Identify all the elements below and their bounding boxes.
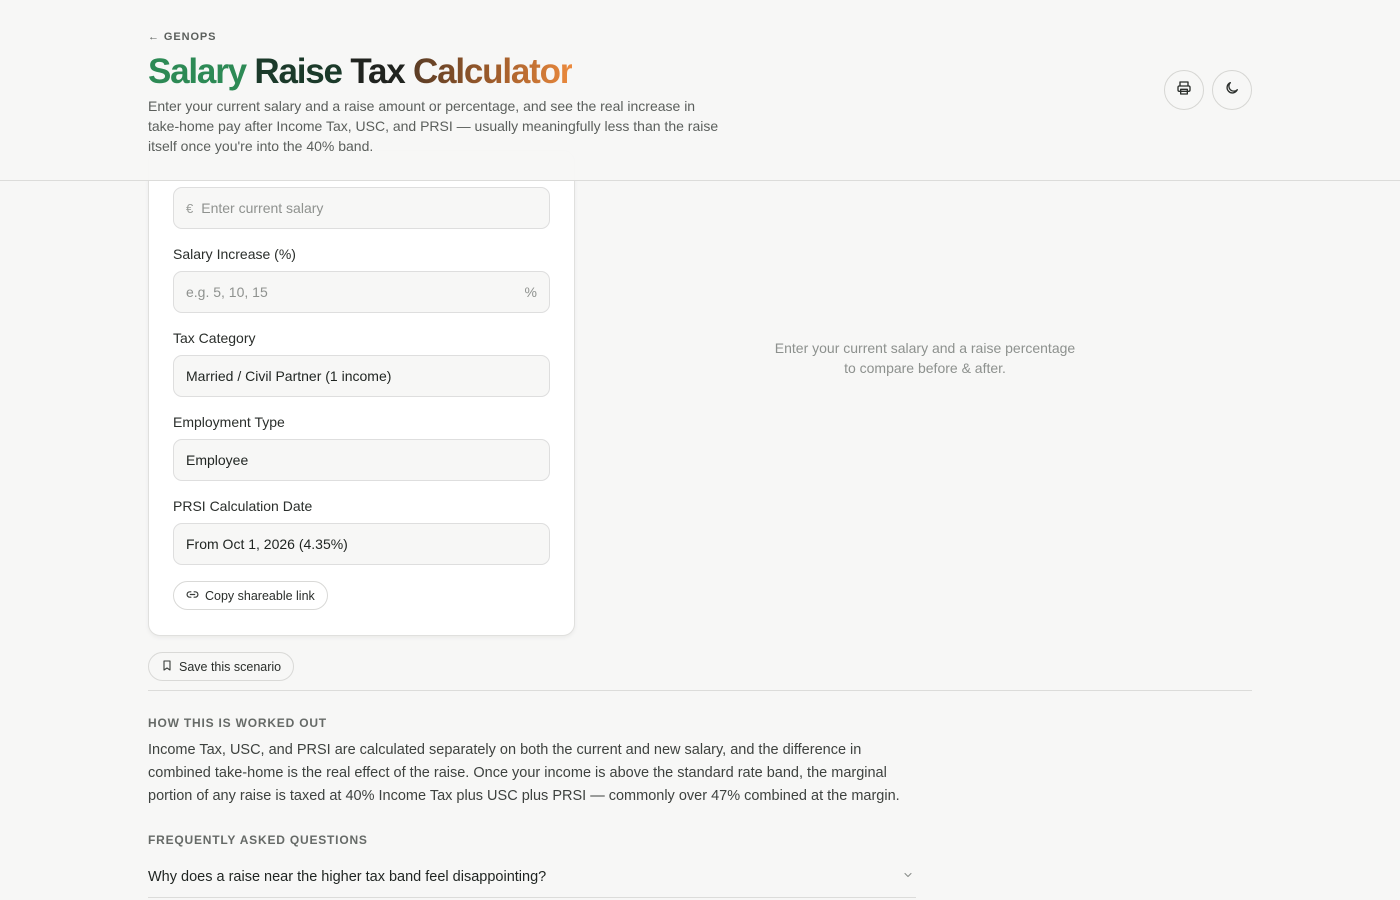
current-salary-input[interactable]: € Enter current salary — [173, 187, 550, 229]
method-text: Income Tax, USC, and PRSI are calculated… — [148, 742, 900, 804]
salary-increase-input[interactable]: e.g. 5, 10, 15 % — [173, 271, 550, 313]
back-link[interactable]: ← GENOPS — [148, 31, 216, 43]
salary-increase-placeholder: e.g. 5, 10, 15 — [186, 284, 268, 300]
employment-type-value: Employee — [186, 452, 249, 468]
percent-suffix: % — [524, 284, 537, 300]
printer-icon — [1176, 80, 1192, 101]
title-word-2: Raise — [254, 52, 343, 91]
faq-item[interactable]: Why does a raise near the higher tax ban… — [148, 856, 916, 898]
title-word-4: Calculator — [413, 52, 573, 91]
method-heading: HOW THIS IS WORKED OUT — [148, 716, 327, 730]
save-scenario-button[interactable]: Save this scenario — [148, 652, 295, 681]
faq-heading: FREQUENTLY ASKED QUESTIONS — [148, 833, 368, 847]
section-divider — [148, 690, 1252, 691]
print-button[interactable] — [1164, 70, 1204, 110]
copy-link-label: Copy shareable link — [205, 588, 315, 603]
salary-increase-label: Salary Increase (%) — [173, 246, 296, 262]
tax-category-select[interactable]: Married / Civil Partner (1 income) — [173, 355, 550, 397]
page-header: ← GENOPS Salary Raise Tax Calculator Ent… — [0, 0, 1400, 181]
prsi-date-label: PRSI Calculation Date — [173, 498, 313, 514]
faq-question: Why does a raise near the higher tax ban… — [148, 868, 547, 885]
page-subtitle: Enter your current salary and a raise am… — [148, 98, 719, 154]
save-scenario-label: Save this scenario — [179, 659, 282, 674]
arrow-left-icon: ← — [148, 31, 160, 43]
page-title: Salary Raise Tax Calculator — [148, 52, 573, 92]
chevron-down-icon — [902, 868, 914, 886]
copy-link-button[interactable]: Copy shareable link — [173, 581, 328, 610]
empty-state-line-1: Enter your current salary and a raise pe… — [774, 340, 1076, 356]
theme-toggle-button[interactable] — [1212, 70, 1252, 110]
tax-category-value: Married / Civil Partner (1 income) — [186, 368, 392, 384]
employment-type-label: Employment Type — [173, 414, 285, 430]
back-link-label: GENOPS — [163, 31, 217, 43]
empty-state-line-2: to compare before & after. — [844, 360, 1006, 376]
bookmark-icon — [161, 659, 173, 675]
euro-prefix: € — [186, 200, 194, 216]
results-empty-state: Enter your current salary and a raise pe… — [750, 338, 1100, 378]
moon-icon — [1224, 80, 1240, 101]
title-word-3: Tax — [350, 52, 405, 91]
title-word-1: Salary — [148, 52, 247, 91]
current-salary-placeholder: Enter current salary — [201, 200, 324, 216]
employment-type-select[interactable]: Employee — [173, 439, 550, 481]
link-icon — [186, 588, 199, 604]
prsi-date-select[interactable]: From Oct 1, 2026 (4.35%) — [173, 523, 550, 565]
tax-category-label: Tax Category — [173, 330, 256, 346]
prsi-date-value: From Oct 1, 2026 (4.35%) — [186, 536, 348, 552]
